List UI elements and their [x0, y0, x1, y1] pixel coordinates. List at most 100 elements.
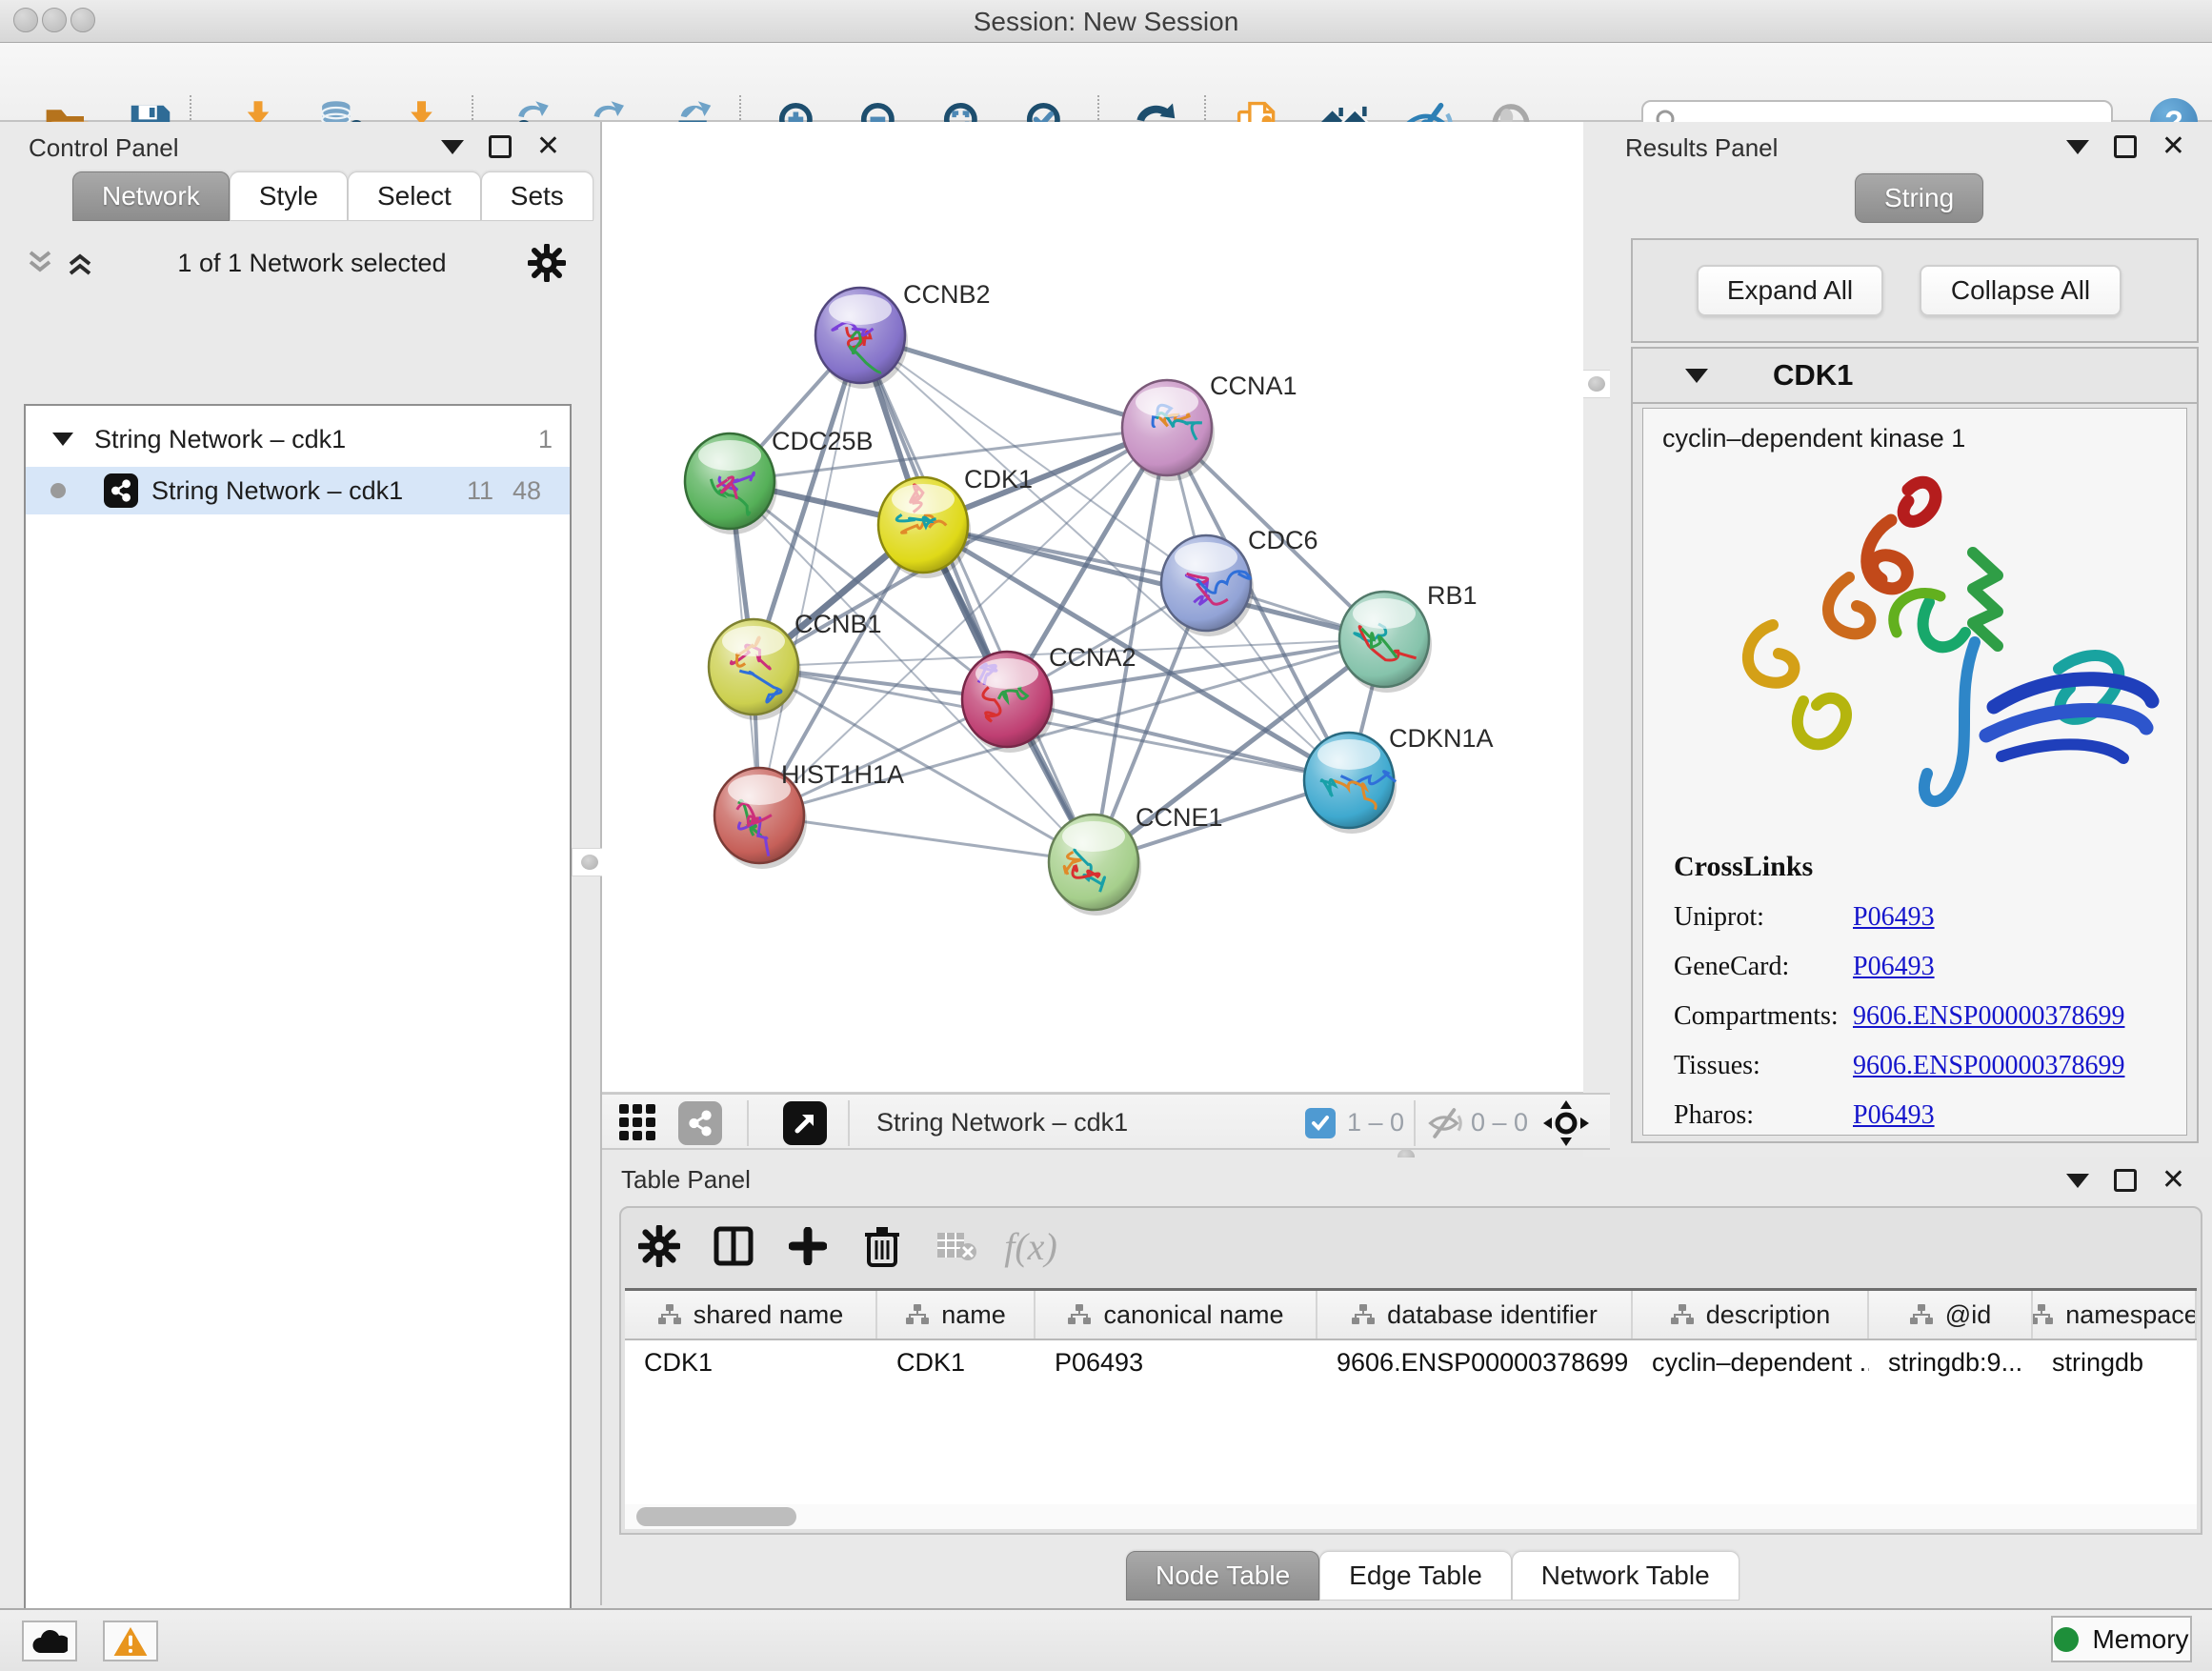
- trash-icon: [863, 1225, 901, 1267]
- share-icon: [687, 1110, 714, 1137]
- panel-float-icon[interactable]: [489, 135, 512, 158]
- network-view-title: String Network – cdk1: [876, 1108, 1128, 1137]
- table-cell: 9606.ENSP00000378699: [1317, 1340, 1633, 1384]
- network-options-gear-icon[interactable]: [528, 244, 566, 282]
- crosslink-link[interactable]: P06493: [1853, 952, 1935, 982]
- network-status-dot: [50, 483, 66, 498]
- crosslink-link[interactable]: P06493: [1853, 902, 1935, 933]
- network-node-CCNE1[interactable]: [1049, 815, 1141, 916]
- birds-eye-view-button[interactable]: [617, 1102, 659, 1149]
- network-canvas[interactable]: CCNB2CCNA1CDC25BCDK1CDC6RB1CCNB1CCNA2CDK…: [602, 122, 1583, 1093]
- node-label-CDKN1A: CDKN1A: [1389, 724, 1494, 753]
- tab-network-table[interactable]: Network Table: [1512, 1551, 1739, 1601]
- add-column-button[interactable]: [783, 1221, 833, 1271]
- panel-menu-icon[interactable]: [2066, 1174, 2089, 1188]
- collapse-all-icon[interactable]: [24, 249, 56, 277]
- column-header-shared-name[interactable]: shared name: [625, 1291, 877, 1339]
- panel-close-icon[interactable]: ✕: [2162, 135, 2185, 158]
- column-header-canonical-name[interactable]: canonical name: [1036, 1291, 1317, 1339]
- panel-float-icon[interactable]: [2114, 1169, 2137, 1192]
- network-edge-CCNA2-CDKN1A[interactable]: [1007, 699, 1349, 780]
- scrollbar-thumb[interactable]: [636, 1507, 796, 1526]
- crosshair-icon: [1543, 1100, 1589, 1146]
- control-panel: Control Panel ✕ NetworkStyleSelectSets 1…: [0, 122, 602, 1605]
- network-node-CCNA2[interactable]: [962, 652, 1055, 753]
- tab-select[interactable]: Select: [348, 171, 481, 221]
- table-row[interactable]: CDK1CDK1P064939606.ENSP00000378699cyclin…: [625, 1340, 2197, 1384]
- node-label-CDC25B: CDC25B: [772, 427, 874, 455]
- crosslink-link[interactable]: 9606.ENSP00000378699: [1853, 1051, 2124, 1081]
- panel-menu-icon[interactable]: [2066, 140, 2089, 154]
- column-header-label: shared name: [694, 1300, 844, 1330]
- delete-column-button[interactable]: [857, 1221, 907, 1271]
- column-header-description[interactable]: description: [1633, 1291, 1869, 1339]
- network-node-CDK1[interactable]: [878, 477, 971, 578]
- table-cell: CDK1: [625, 1340, 877, 1384]
- table-panel: Table Panel ✕: [602, 1158, 2212, 1605]
- network-node-CDKN1A[interactable]: [1304, 733, 1397, 834]
- memory-button[interactable]: Memory: [2051, 1616, 2192, 1662]
- table-cell: P06493: [1036, 1340, 1317, 1384]
- network-node-CCNB1[interactable]: [709, 619, 801, 720]
- arrow-up-right-icon: [793, 1111, 817, 1136]
- crosslink-link[interactable]: 9606.ENSP00000378699: [1853, 1001, 2124, 1032]
- network-node-CDC25B[interactable]: [685, 433, 777, 534]
- column-header-name[interactable]: name: [877, 1291, 1036, 1339]
- node-label-CCNA1: CCNA1: [1210, 372, 1297, 400]
- node-label-CCNB1: CCNB1: [794, 610, 882, 638]
- network-node-CCNB2[interactable]: [815, 288, 908, 389]
- apply-function-button[interactable]: f(x): [1006, 1221, 1056, 1271]
- tab-edge-table[interactable]: Edge Table: [1319, 1551, 1512, 1601]
- collection-expand-icon[interactable]: [52, 433, 73, 446]
- tab-sets[interactable]: Sets: [481, 171, 593, 221]
- main-toolbar: ?: [0, 43, 2212, 122]
- show-columns-button[interactable]: [709, 1221, 758, 1271]
- network-collection-row[interactable]: String Network – cdk1 1: [26, 417, 570, 461]
- plus-icon: [789, 1227, 827, 1265]
- status-bar: Memory: [0, 1608, 2212, 1671]
- pan-mode-button[interactable]: [1543, 1100, 1589, 1151]
- crosslink-label: Tissues:: [1674, 1051, 1853, 1081]
- table-settings-button[interactable]: [634, 1221, 684, 1271]
- columns-icon: [713, 1225, 754, 1267]
- delete-table-button[interactable]: [932, 1221, 981, 1271]
- expand-all-button[interactable]: Expand All: [1697, 265, 1883, 316]
- tab-string[interactable]: String: [1855, 173, 1983, 223]
- column-header-label: description: [1706, 1300, 1831, 1330]
- expand-all-icon[interactable]: [64, 249, 96, 277]
- panel-menu-icon[interactable]: [441, 140, 464, 154]
- column-header--id[interactable]: @id: [1869, 1291, 2033, 1339]
- network-edge-HIST1H1A-CCNE1[interactable]: [759, 815, 1094, 862]
- collection-name: String Network – cdk1: [94, 425, 346, 454]
- crosslink-label: GeneCard:: [1674, 952, 1853, 982]
- selected-count: 1 – 0: [1347, 1108, 1404, 1137]
- table-panel-title: Table Panel: [621, 1165, 751, 1195]
- column-header-label: namespace: [2065, 1300, 2197, 1330]
- column-header-database-identifier[interactable]: database identifier: [1317, 1291, 1633, 1339]
- gene-section-header[interactable]: CDK1: [1633, 349, 2197, 404]
- cloud-status-button[interactable]: [22, 1621, 77, 1661]
- warning-status-button[interactable]: [103, 1621, 158, 1661]
- network-overview-button[interactable]: [678, 1101, 722, 1145]
- network-edge-CCNB2-HIST1H1A[interactable]: [759, 335, 860, 815]
- panel-close-icon[interactable]: ✕: [536, 135, 560, 158]
- table-header-row: shared name namecanonical name database id…: [625, 1291, 2197, 1340]
- tab-network[interactable]: Network: [72, 171, 230, 221]
- panel-close-icon[interactable]: ✕: [2162, 1169, 2185, 1192]
- tab-node-table[interactable]: Node Table: [1126, 1551, 1319, 1601]
- table-horizontal-scrollbar[interactable]: [625, 1504, 2197, 1529]
- table-tabs: Node TableEdge TableNetwork Table: [1126, 1551, 1739, 1601]
- column-header-label: database identifier: [1387, 1300, 1598, 1330]
- crosslink-link[interactable]: P06493: [1853, 1100, 1935, 1131]
- window-titlebar: Session: New Session: [0, 0, 2212, 43]
- network-node-RB1[interactable]: [1339, 592, 1432, 693]
- column-header-namespace[interactable]: namespace: [2033, 1291, 2197, 1339]
- network-row[interactable]: String Network – cdk1 11 48: [26, 467, 570, 514]
- network-node-CCNA1[interactable]: [1122, 380, 1215, 481]
- selected-checkbox-icon[interactable]: [1305, 1108, 1336, 1138]
- collapse-all-button[interactable]: Collapse All: [1920, 265, 2122, 316]
- gene-collapse-icon[interactable]: [1685, 369, 1708, 383]
- open-in-window-button[interactable]: [783, 1101, 827, 1145]
- tab-style[interactable]: Style: [230, 171, 348, 221]
- panel-float-icon[interactable]: [2114, 135, 2137, 158]
